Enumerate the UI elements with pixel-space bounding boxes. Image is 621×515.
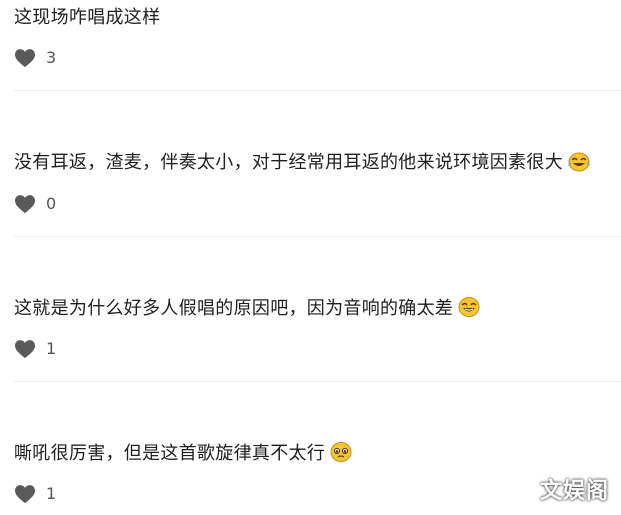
watermark: 文娱阁 [539,479,609,504]
heart-icon [15,485,35,504]
comment-list: 这现场咋唱成这样 3 没有耳返，渣麦，伴奏太小，对于经常用耳返的他来说环境因素很… [0,0,621,515]
laughing-crying-emoji [568,152,590,172]
like-button[interactable]: 1 [14,484,56,504]
like-count: 1 [46,339,57,358]
pleading-emoji [330,442,352,462]
comment-text: 这现场咋唱成这样 [14,7,161,28]
like-button[interactable]: 1 [14,339,56,359]
like-button[interactable]: 0 [14,194,56,214]
heart-icon [15,195,35,214]
comment-text: 没有耳返，渣麦，伴奏太小，对于经常用耳返的他来说环境因素很大 [14,150,591,175]
like-count: 3 [46,48,57,67]
like-count: 1 [46,484,57,503]
comment-text: 嘶吼很厉害，但是这首歌旋律真不太行 [14,441,353,466]
heart-icon [15,49,35,68]
like-button[interactable]: 3 [14,48,56,68]
divider [14,236,621,237]
like-count: 0 [46,194,57,213]
divider [14,381,621,382]
laughing-emoji [458,297,480,317]
heart-icon [15,340,35,359]
divider [14,90,621,91]
comment-text: 这就是为什么好多人假唱的原因吧，因为音响的确太差 [14,296,481,321]
